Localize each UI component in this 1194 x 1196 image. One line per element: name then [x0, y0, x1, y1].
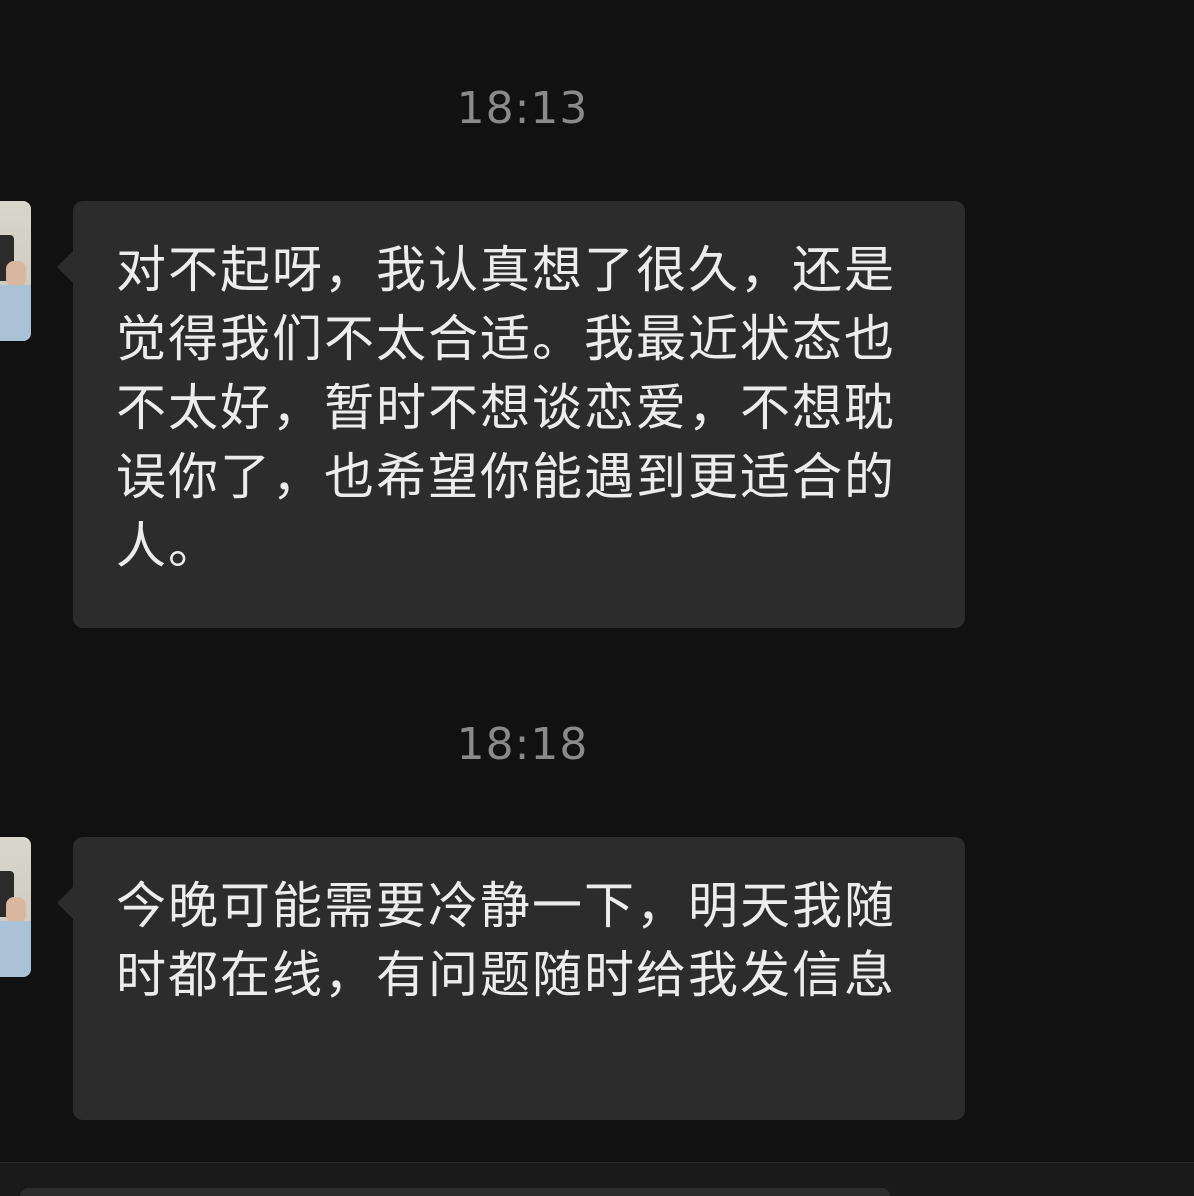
avatar-shirt-shape: [0, 921, 31, 977]
timestamp-2: 18:18: [456, 719, 589, 770]
message-input-field[interactable]: [20, 1188, 890, 1196]
avatar-shirt-shape: [0, 285, 31, 341]
bubble-tail: [57, 251, 73, 283]
bubble-tail: [57, 887, 73, 919]
message-bubble-2[interactable]: 今晚可能需要冷静一下，明天我随时都在线，有问题随时给我发信息: [57, 837, 965, 1120]
avatar-hand-shape: [6, 261, 26, 287]
contact-avatar[interactable]: [0, 201, 31, 341]
message-bubble-1[interactable]: 对不起呀，我认真想了很久，还是觉得我们不太合适。我最近状态也不太好，暂时不想谈恋…: [57, 201, 965, 628]
chat-window: 18:13 对不起呀，我认真想了很久，还是觉得我们不太合适。我最近状态也不太好，…: [0, 0, 1194, 1196]
timestamp-1: 18:13: [456, 83, 589, 134]
message-text-2: 今晚可能需要冷静一下，明天我随时都在线，有问题随时给我发信息: [116, 877, 896, 1004]
contact-avatar[interactable]: [0, 837, 31, 977]
avatar-hand-shape: [6, 897, 26, 923]
message-text-1: 对不起呀，我认真想了很久，还是觉得我们不太合适。我最近状态也不太好，暂时不想谈恋…: [116, 241, 896, 575]
